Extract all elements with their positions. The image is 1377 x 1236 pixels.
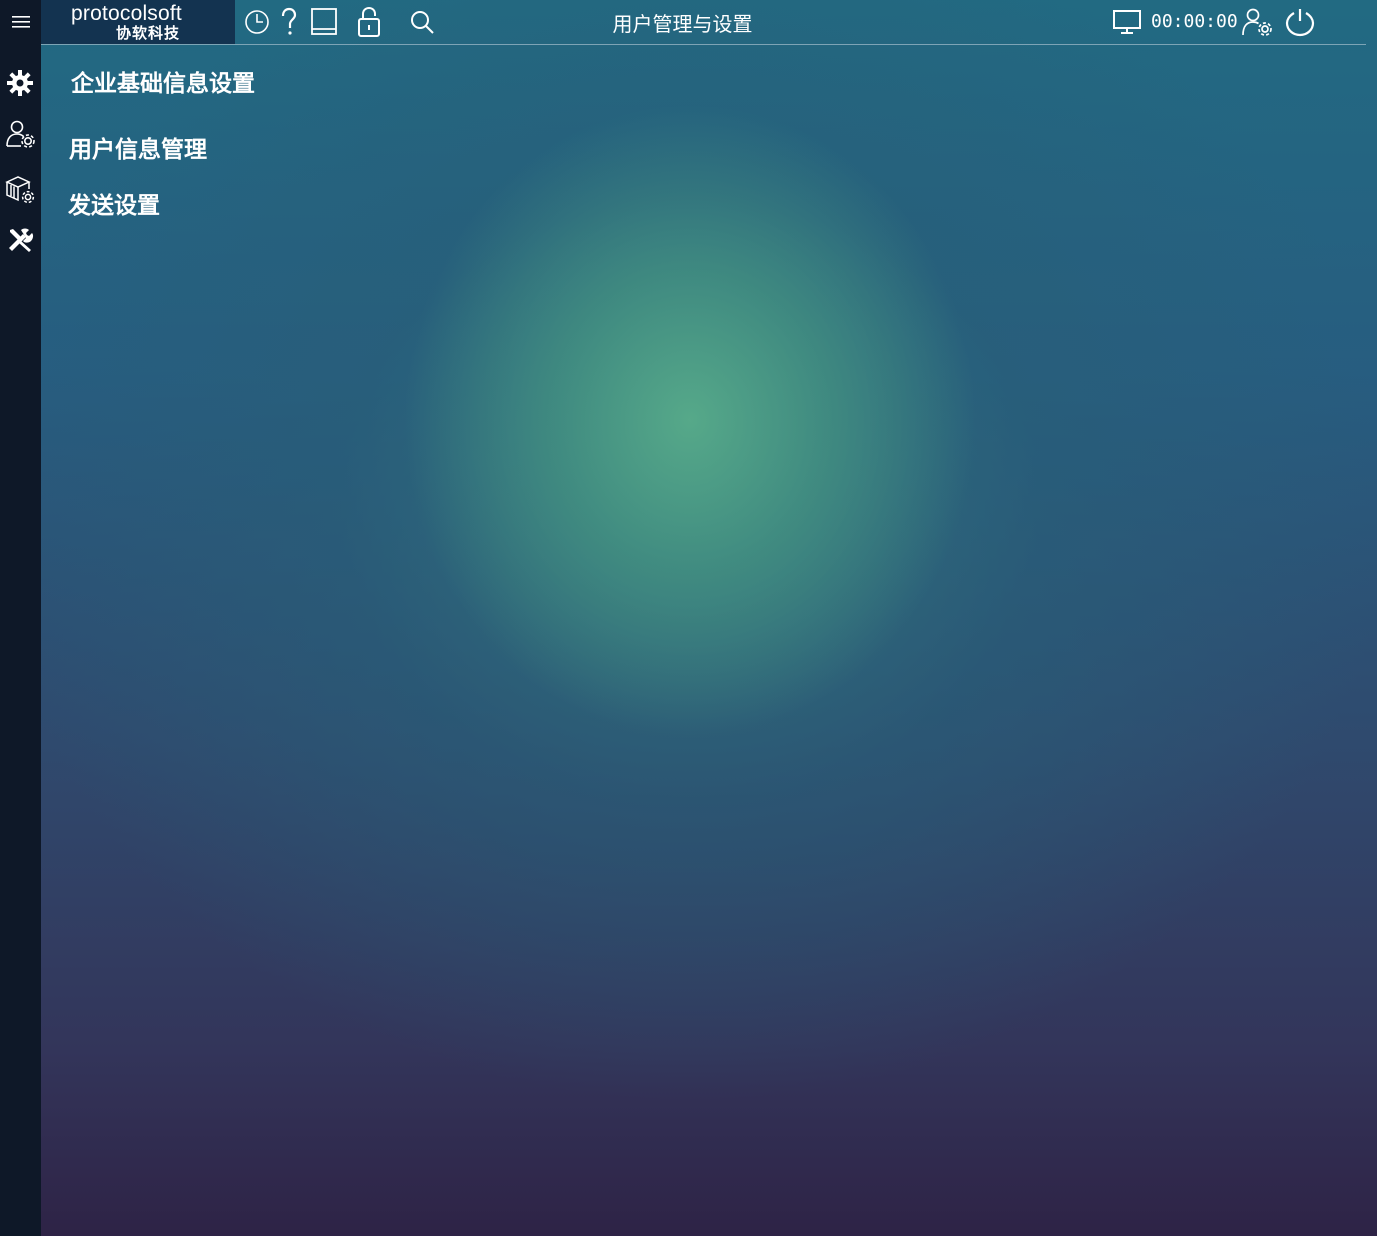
- monitor-icon: [1113, 10, 1141, 34]
- menu-item-company-info[interactable]: 企业基础信息设置: [71, 64, 255, 98]
- tools-icon: [9, 228, 34, 252]
- display-button[interactable]: [1111, 6, 1143, 38]
- menu-icon: [11, 16, 30, 28]
- gear-icon: [7, 70, 33, 96]
- top-bar: protocolsoft 协软科技 用户管理与设置 00:00:00: [41, 0, 1366, 45]
- sidebar-item-tools[interactable]: [3, 223, 37, 257]
- package-settings-icon: [5, 176, 35, 204]
- user-settings-icon: [6, 120, 35, 148]
- power-icon: [1285, 9, 1315, 37]
- timer-display: 00:00:00: [1151, 11, 1238, 32]
- sidebar-item-package-settings[interactable]: [3, 172, 37, 206]
- user-gear-icon: [1242, 8, 1272, 36]
- background: [0, 0, 1377, 1236]
- power-button[interactable]: [1284, 6, 1316, 38]
- user-settings-button[interactable]: [1241, 6, 1273, 38]
- sidebar-item-settings[interactable]: [3, 66, 37, 100]
- menu-item-send-settings[interactable]: 发送设置: [68, 186, 160, 220]
- menu-toggle-button[interactable]: [0, 0, 41, 44]
- sidebar-item-user-settings[interactable]: [3, 117, 37, 151]
- sidebar: [0, 0, 41, 1236]
- menu-item-user-management[interactable]: 用户信息管理: [69, 130, 207, 164]
